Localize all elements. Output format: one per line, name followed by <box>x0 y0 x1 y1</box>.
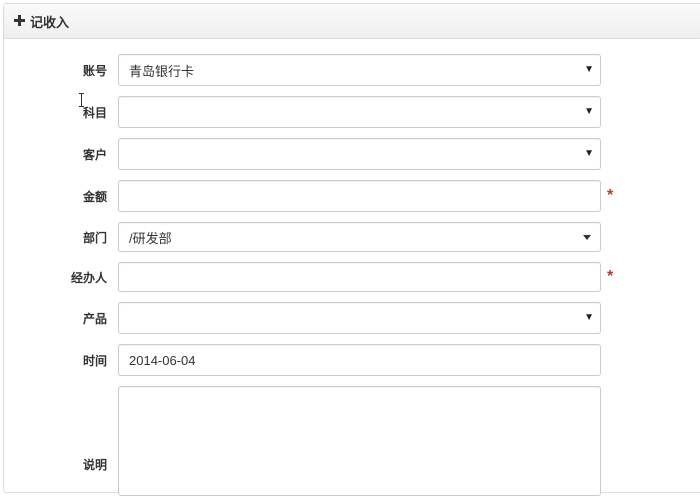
subject-select[interactable]: ▼ <box>118 96 601 128</box>
date-input[interactable]: 2014-06-04 <box>118 344 601 376</box>
product-label: 产品 <box>82 312 107 326</box>
department-label: 部门 <box>82 231 107 245</box>
form-row-handler: 经办人 * <box>0 262 700 292</box>
dropdown-arrow-icon: ▼ <box>584 64 594 75</box>
product-select[interactable]: ▼ <box>118 302 601 334</box>
date-label: 时间 <box>82 354 107 368</box>
dropdown-arrow-icon: ▼ <box>584 106 594 117</box>
description-textarea[interactable] <box>118 386 601 496</box>
form-row-date: 时间 2014-06-04 <box>0 344 700 376</box>
panel-title: 记收入 <box>30 14 70 30</box>
form-row-description: 说明 <box>0 386 700 496</box>
amount-input[interactable] <box>118 180 601 212</box>
account-select[interactable]: 青岛银行卡 ▼ <box>118 54 601 86</box>
department-select[interactable]: /研发部 <box>118 222 601 252</box>
form-row-amount: 金额 * <box>0 180 700 212</box>
subject-label: 科目 <box>82 106 107 120</box>
form-row-department: 部门 /研发部 <box>0 222 700 252</box>
panel-heading: 记收入 <box>4 4 700 39</box>
description-label: 说明 <box>82 458 107 472</box>
form-row-subject: 科目 ▼ <box>0 96 700 128</box>
dropdown-arrow-icon: ▼ <box>584 148 594 159</box>
amount-label: 金额 <box>82 190 107 204</box>
required-mark: * <box>607 187 614 204</box>
customer-label: 客户 <box>82 148 107 162</box>
customer-select[interactable]: ▼ <box>118 138 601 170</box>
plus-icon <box>14 15 26 27</box>
text-cursor-icon <box>79 93 85 107</box>
dropdown-arrow-icon <box>583 235 591 240</box>
form-row-account: 账号 青岛银行卡 ▼ <box>0 54 700 86</box>
form-row-customer: 客户 ▼ <box>0 138 700 170</box>
dropdown-arrow-icon: ▼ <box>584 312 594 323</box>
account-label: 账号 <box>82 64 107 78</box>
handler-input[interactable] <box>118 262 601 292</box>
form-row-product: 产品 ▼ <box>0 302 700 334</box>
handler-label: 经办人 <box>70 271 107 285</box>
required-mark: * <box>607 268 614 285</box>
